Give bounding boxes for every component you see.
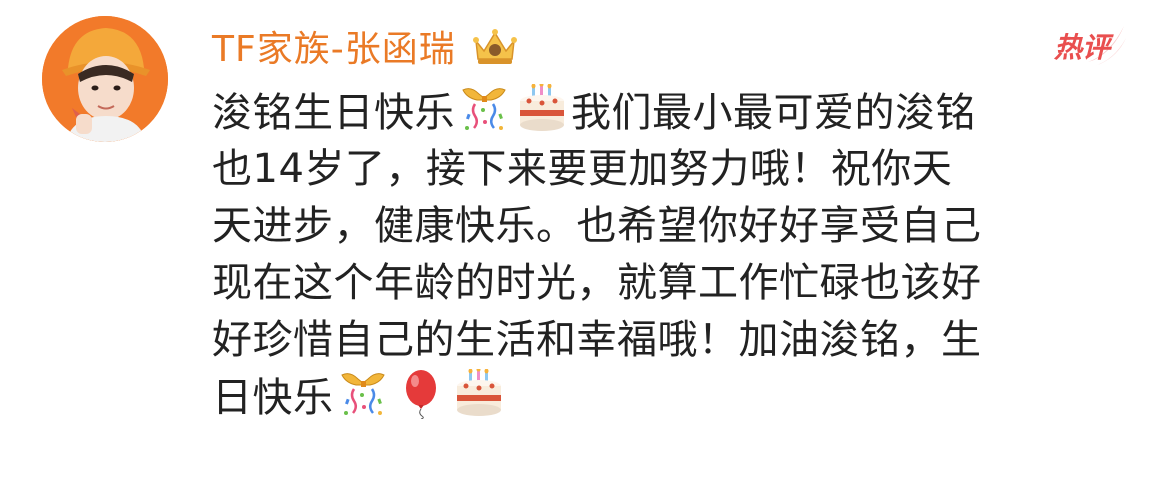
comment-line: 好珍惜自己的生活和幸福哦！加油浚铭，生 (212, 312, 1122, 369)
confetti-gift-icon (457, 84, 511, 134)
comment-body: 浚铭生日快乐 我们最小最可爱的浚铭也14岁了，接下来要更加努力哦！祝你天 天进步，健… (212, 84, 1122, 426)
comment-header: TF家族-张函瑞 (212, 18, 520, 74)
comment-line: 也14岁了，接下来要更加努力哦！祝你天 (212, 141, 1122, 198)
hot-comment-badge: 热评 (1040, 20, 1130, 70)
confetti-gift-icon (336, 369, 390, 419)
comment-text: 浚铭生日快乐 (212, 90, 455, 136)
crown-badge-icon (470, 25, 520, 67)
comment-text: 现在这个年龄的时光，就算工作忙碌也该好 (212, 260, 982, 306)
red-balloon-icon (394, 369, 448, 419)
comment-text: 好珍惜自己的生活和幸福哦！加油浚铭，生 (212, 317, 982, 363)
comment-text: 日快乐 (212, 375, 334, 421)
comment-text: 我们最小最可爱的浚铭 (571, 90, 976, 136)
comment-line: 现在这个年龄的时光，就算工作忙碌也该好 (212, 255, 1122, 312)
hot-label: 热评 (1054, 31, 1111, 64)
birthday-cake-icon (515, 84, 569, 134)
username[interactable]: TF家族-张函瑞 (212, 20, 456, 72)
comment-line: 浚铭生日快乐 我们最小最可爱的浚铭 (212, 84, 1122, 141)
comment-line: 日快乐 (212, 369, 1122, 426)
birthday-cake-icon (452, 369, 506, 419)
comment-text: 也14岁了，接下来要更加努力哦！祝你天 (212, 146, 953, 192)
comment-card: TF家族-张函瑞 热评 浚铭生日快乐 我们最小最可爱的浚铭也14岁了，接下来要更加… (0, 0, 1170, 500)
avatar[interactable] (42, 16, 168, 142)
comment-line: 天进步，健康快乐。也希望你好好享受自己 (212, 198, 1122, 255)
comment-text: 天进步，健康快乐。也希望你好好享受自己 (212, 203, 982, 249)
